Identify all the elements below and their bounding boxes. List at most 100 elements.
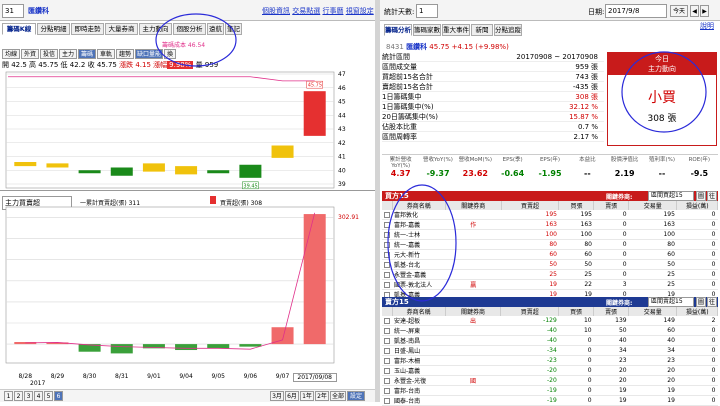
broker-row[interactable]: 國票-敦北法人贏 19 22 3 25 0 [382, 279, 718, 290]
column-header[interactable]: 買賣超 [501, 201, 560, 210]
cell-buy: 10 [558, 316, 594, 326]
buy-chart-button[interactable]: 圖 [696, 191, 706, 201]
column-header[interactable]: 券商名稱 [392, 307, 446, 316]
tab-chip-kline[interactable]: 籌碼K線 [2, 23, 36, 35]
sell-filter-select[interactable]: 區間賣超15 [648, 297, 694, 307]
btn-chip[interactable]: 籌碼 [78, 49, 96, 59]
broker-row[interactable]: 統一-士林 100 100 0 100 0 [382, 229, 718, 240]
tab-big-broker[interactable]: 大量券商 [105, 23, 138, 35]
column-header[interactable]: 關鍵券商 [445, 201, 502, 210]
broker-row[interactable]: 凱基-南昌 -40 0 40 40 0 [382, 335, 718, 346]
row-checkbox[interactable] [384, 281, 390, 288]
page-2[interactable]: 2 [14, 391, 23, 401]
tab-realtime[interactable]: 即時走勢 [71, 23, 104, 35]
tab-news[interactable]: 新聞 [471, 24, 493, 36]
btn-ma[interactable]: 均線 [2, 49, 20, 59]
page-5[interactable]: 5 [44, 391, 53, 401]
prev-button[interactable]: ◀ [690, 5, 699, 17]
link-window-settings[interactable]: 視窗設定 [346, 7, 374, 15]
row-checkbox[interactable] [384, 261, 390, 268]
link-calendar[interactable]: 行事曆 [322, 7, 343, 15]
tab-major-flow[interactable]: 主力動向 [139, 23, 172, 35]
broker-row[interactable]: 富邦敦化 195 195 0 195 0 [382, 210, 718, 220]
today-button[interactable]: 今天 [670, 5, 688, 17]
row-checkbox[interactable] [384, 347, 390, 354]
tab-chip-analysis[interactable]: 籌碼分析 [384, 24, 412, 36]
row-checkbox[interactable] [384, 387, 390, 394]
range-2y[interactable]: 2年 [315, 391, 329, 401]
tab-stock-analysis[interactable]: 個股分析 [173, 23, 206, 35]
broker-row[interactable]: 日盛-鳳山 -34 0 34 34 0 [382, 345, 718, 356]
btn-major[interactable]: 主力 [59, 49, 77, 59]
broker-row[interactable]: 玉山-嘉義 -20 0 20 20 0 [382, 365, 718, 376]
column-header[interactable]: 買張 [558, 201, 595, 210]
btn-track[interactable]: 車軌 [97, 49, 115, 59]
link-trade[interactable]: 交易點選 [292, 7, 320, 15]
row-checkbox[interactable] [384, 251, 390, 258]
panel-splitter[interactable] [375, 0, 380, 402]
column-header[interactable]: 買賣超 [500, 307, 560, 316]
page-1[interactable]: 1 [4, 391, 13, 401]
row-checkbox[interactable] [384, 377, 390, 384]
page-4[interactable]: 4 [34, 391, 43, 401]
broker-row[interactable]: 富邦-嘉義作 163 163 0 163 0 [382, 219, 718, 230]
column-header[interactable]: 損益(萬) [676, 201, 718, 210]
btn-trend[interactable]: 趨勢 [116, 49, 134, 59]
row-checkbox[interactable] [384, 231, 390, 238]
tab-chip-count[interactable]: 籌碼家數 [413, 24, 441, 36]
row-checkbox[interactable] [384, 211, 390, 218]
range-6m[interactable]: 6月 [285, 391, 299, 401]
column-header[interactable]: 券商名稱 [392, 201, 446, 210]
days-select[interactable]: 1 [416, 4, 438, 18]
range-1y[interactable]: 1年 [300, 391, 314, 401]
next-button[interactable]: ▶ [700, 5, 709, 17]
column-header[interactable]: 損益(萬) [676, 307, 718, 316]
column-header[interactable]: 賣張 [593, 201, 630, 210]
column-header[interactable]: 買張 [558, 307, 595, 316]
broker-row[interactable]: 統一-嘉義 80 80 0 80 0 [382, 239, 718, 250]
broker-row[interactable]: 永豐金-嘉義 25 25 0 25 0 [382, 269, 718, 280]
broker-row[interactable]: 富邦-木柵 -23 0 23 23 0 [382, 355, 718, 366]
row-checkbox[interactable] [384, 221, 390, 228]
btn-gap-volume[interactable]: 缺口量能 [135, 49, 163, 59]
date-input[interactable]: 2017/9/8 [605, 4, 667, 18]
broker-row[interactable]: 富邦-台南 -19 0 19 19 0 [382, 385, 718, 396]
sell-go-button[interactable]: 往 [707, 297, 717, 307]
tab-events[interactable]: 重大事件 [442, 24, 470, 36]
buy-go-button[interactable]: 往 [707, 191, 717, 201]
column-header[interactable]: 交易量 [628, 201, 678, 210]
row-checkbox[interactable] [384, 337, 390, 344]
row-checkbox[interactable] [384, 327, 390, 334]
broker-row[interactable]: 元大-新竹 60 60 0 60 0 [382, 249, 718, 260]
btn-switch[interactable]: 換 [164, 49, 176, 59]
tab-notes[interactable]: 筆記 [225, 23, 242, 35]
broker-row[interactable]: 凱基-台北 50 50 0 50 0 [382, 259, 718, 270]
broker-row[interactable]: 統一-屏東 -40 10 50 60 0 [382, 325, 718, 336]
row-checkbox[interactable] [384, 357, 390, 364]
link-stock-info[interactable]: 個股資訊 [262, 7, 290, 15]
broker-row[interactable]: 安達-超板出 -129 10 139 149 2 [382, 316, 718, 326]
range-3m[interactable]: 3月 [270, 391, 284, 401]
column-header[interactable]: 賣張 [593, 307, 630, 316]
tab-branch-detail[interactable]: 分點明細 [37, 23, 70, 35]
broker-row[interactable]: 國泰-台南 -19 0 19 19 0 [382, 395, 718, 406]
row-checkbox[interactable] [384, 241, 390, 248]
column-header[interactable]: 關鍵券商 [445, 307, 502, 316]
row-checkbox[interactable] [384, 317, 390, 324]
broker-row[interactable]: 永豐金-光復國 -20 0 20 20 0 [382, 375, 718, 386]
code-select[interactable]: 31 [2, 4, 24, 18]
page-3[interactable]: 3 [24, 391, 33, 401]
range-settings[interactable]: 設定 [347, 391, 365, 401]
tab-branch-track[interactable]: 分點追蹤 [494, 24, 522, 36]
sell-chart-button[interactable]: 圖 [696, 297, 706, 307]
tab-yuanhang[interactable]: 遠航 [207, 23, 224, 35]
row-checkbox[interactable] [384, 367, 390, 374]
page-6[interactable]: 6 [54, 391, 63, 401]
column-header[interactable]: 交易量 [628, 307, 678, 316]
row-checkbox[interactable] [384, 397, 390, 404]
btn-foreign[interactable]: 外資 [21, 49, 39, 59]
btn-trust[interactable]: 投信 [40, 49, 58, 59]
buy-filter-select[interactable]: 區間買超15 [648, 191, 694, 201]
range-all[interactable]: 全部 [330, 391, 346, 401]
row-checkbox[interactable] [384, 271, 390, 278]
